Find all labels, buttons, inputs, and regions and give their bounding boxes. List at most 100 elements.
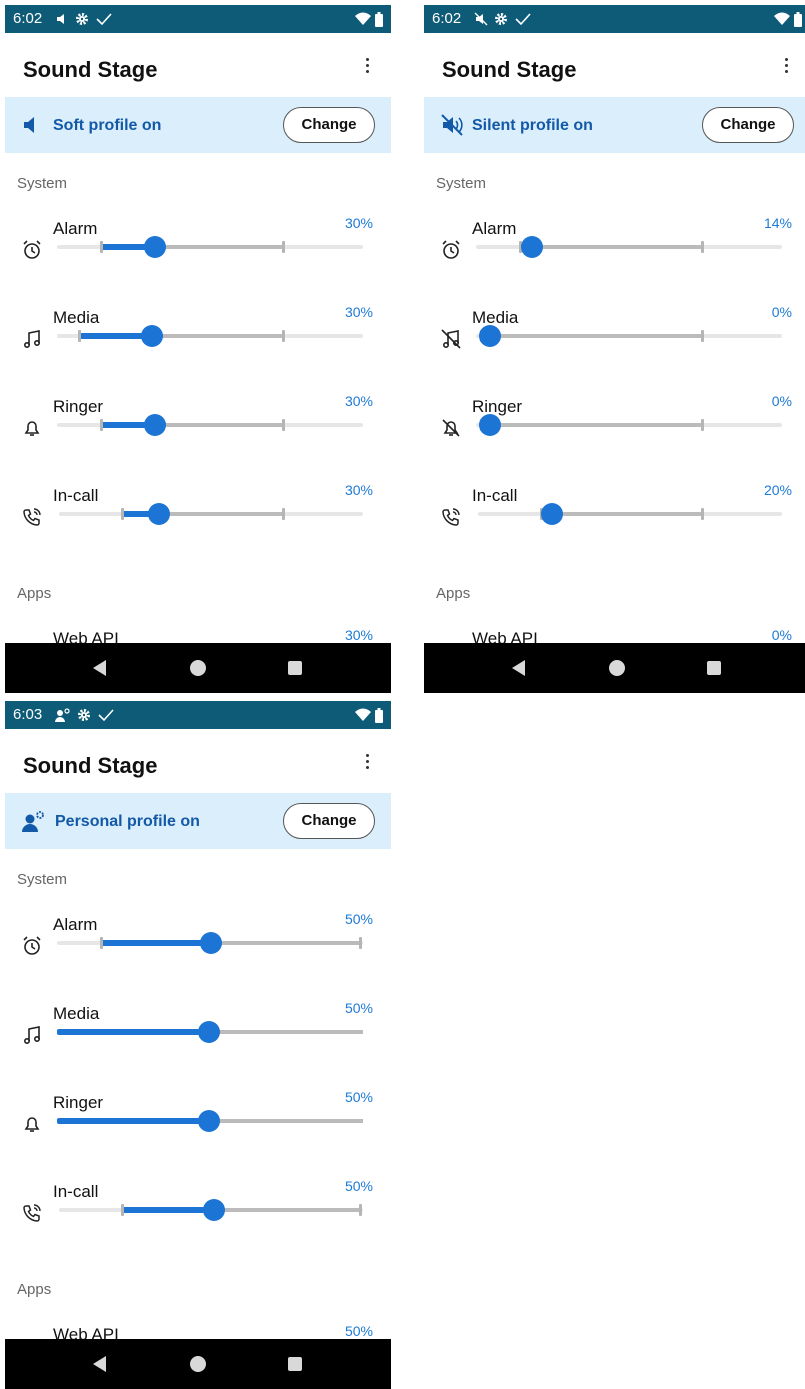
in-call-volume-slider[interactable] bbox=[59, 503, 363, 525]
battery-icon bbox=[375, 11, 383, 27]
slider-row-alarm: Alarm 30% bbox=[5, 215, 391, 279]
slider-percent: 30% bbox=[344, 304, 373, 320]
slider-thumb[interactable] bbox=[198, 1110, 220, 1132]
status-bar: 6:02 bbox=[5, 5, 391, 33]
in-call-volume-slider[interactable] bbox=[59, 1199, 363, 1221]
more-options-icon[interactable] bbox=[357, 751, 377, 775]
slider-label: Alarm bbox=[472, 219, 517, 238]
change-profile-button[interactable]: Change bbox=[283, 107, 375, 143]
slider-row-in-call: In-call 50% bbox=[5, 1178, 391, 1242]
section-apps-title: Apps bbox=[436, 585, 471, 602]
change-profile-button[interactable]: Change bbox=[283, 803, 375, 839]
phone-call-icon bbox=[442, 508, 460, 526]
person-gear-icon bbox=[55, 708, 70, 722]
home-icon[interactable] bbox=[190, 1356, 206, 1372]
slider-thumb[interactable] bbox=[541, 503, 563, 525]
alarm-clock-icon bbox=[442, 240, 460, 259]
back-icon[interactable] bbox=[93, 1356, 106, 1372]
phone-screen-silent: 6:02 Sound Stage Silent profile on Chang… bbox=[424, 5, 805, 693]
alarm-volume-slider[interactable] bbox=[476, 236, 782, 258]
slider-percent: 50% bbox=[344, 911, 373, 927]
media-volume-slider[interactable] bbox=[57, 1021, 363, 1043]
slider-percent: 50% bbox=[344, 1000, 373, 1016]
app-title: Sound Stage bbox=[442, 57, 577, 82]
slider-thumb[interactable] bbox=[148, 503, 170, 525]
slider-thumb[interactable] bbox=[144, 414, 166, 436]
home-icon[interactable] bbox=[609, 660, 625, 676]
music-note-off-icon bbox=[441, 329, 461, 349]
phone-screen-personal: 6:03 Sound Stage Personal profile on Cha… bbox=[5, 701, 391, 1389]
app-title: Sound Stage bbox=[23, 57, 158, 82]
status-bar: 6:03 bbox=[5, 701, 391, 729]
slider-percent: 14% bbox=[763, 215, 792, 231]
music-note-icon bbox=[23, 1026, 41, 1045]
recents-icon[interactable] bbox=[707, 661, 721, 675]
app-row-percent: 0% bbox=[771, 627, 792, 643]
status-bar: 6:02 bbox=[424, 5, 805, 33]
bell-icon bbox=[24, 421, 40, 436]
app-bar: Sound Stage bbox=[424, 33, 805, 97]
alarm-volume-slider[interactable] bbox=[57, 236, 363, 258]
navigation-bar bbox=[5, 643, 391, 693]
slider-percent: 30% bbox=[344, 215, 373, 231]
bell-icon bbox=[24, 1117, 40, 1132]
bell-off-icon bbox=[442, 419, 460, 437]
more-options-icon[interactable] bbox=[357, 55, 377, 79]
home-icon[interactable] bbox=[190, 660, 206, 676]
slider-percent: 30% bbox=[344, 482, 373, 498]
profile-status-text: Personal profile on bbox=[55, 813, 200, 830]
wifi-icon bbox=[355, 708, 371, 721]
back-icon[interactable] bbox=[512, 660, 525, 676]
alarm-volume-slider[interactable] bbox=[57, 932, 363, 954]
app-title: Sound Stage bbox=[23, 753, 158, 778]
phone-call-icon bbox=[23, 508, 41, 526]
media-volume-slider[interactable] bbox=[476, 325, 782, 347]
slider-percent: 0% bbox=[771, 393, 792, 409]
gear-icon bbox=[495, 13, 507, 25]
section-system-title: System bbox=[17, 175, 68, 192]
mute-icon bbox=[474, 12, 488, 26]
app-row-percent: 30% bbox=[344, 627, 373, 643]
battery-icon bbox=[794, 11, 802, 27]
more-options-icon[interactable] bbox=[776, 55, 796, 79]
slider-label: In-call bbox=[53, 486, 99, 505]
ringer-volume-slider[interactable] bbox=[57, 1110, 363, 1132]
slider-thumb[interactable] bbox=[479, 414, 501, 436]
slider-thumb[interactable] bbox=[141, 325, 163, 347]
app-bar: Sound Stage bbox=[5, 729, 391, 793]
section-apps-title: Apps bbox=[17, 585, 52, 602]
section-apps-title: Apps bbox=[17, 1281, 52, 1298]
slider-thumb[interactable] bbox=[144, 236, 166, 258]
slider-thumb[interactable] bbox=[479, 325, 501, 347]
recents-icon[interactable] bbox=[288, 1357, 302, 1371]
slider-percent: 50% bbox=[344, 1089, 373, 1105]
slider-thumb[interactable] bbox=[203, 1199, 225, 1221]
check-icon bbox=[96, 13, 112, 26]
section-system-title: System bbox=[17, 871, 68, 888]
change-profile-button[interactable]: Change bbox=[702, 107, 794, 143]
ringer-volume-slider[interactable] bbox=[57, 414, 363, 436]
alarm-clock-icon bbox=[23, 936, 41, 955]
slider-thumb[interactable] bbox=[198, 1021, 220, 1043]
check-icon bbox=[515, 13, 531, 26]
slider-label: Media bbox=[53, 308, 100, 327]
slider-label: Media bbox=[472, 308, 519, 327]
phone-screen-soft: 6:02 Sound Stage Soft profile on Change … bbox=[5, 5, 391, 693]
gear-icon bbox=[78, 709, 90, 721]
navigation-bar bbox=[424, 643, 805, 693]
media-volume-slider[interactable] bbox=[57, 325, 363, 347]
profile-banner: Soft profile on Change bbox=[5, 97, 391, 153]
slider-thumb[interactable] bbox=[200, 932, 222, 954]
section-system-title: System bbox=[436, 175, 487, 192]
person-gear-icon bbox=[22, 811, 44, 832]
recents-icon[interactable] bbox=[288, 661, 302, 675]
slider-label: Ringer bbox=[53, 1093, 104, 1112]
in-call-volume-slider[interactable] bbox=[478, 503, 782, 525]
ringer-volume-slider[interactable] bbox=[476, 414, 782, 436]
back-icon[interactable] bbox=[93, 660, 106, 676]
slider-thumb[interactable] bbox=[521, 236, 543, 258]
profile-banner: Silent profile on Change bbox=[424, 97, 805, 153]
profile-status-text: Soft profile on bbox=[53, 117, 162, 134]
slider-label: Alarm bbox=[53, 915, 98, 934]
slider-row-ringer: Ringer 0% bbox=[424, 393, 805, 457]
